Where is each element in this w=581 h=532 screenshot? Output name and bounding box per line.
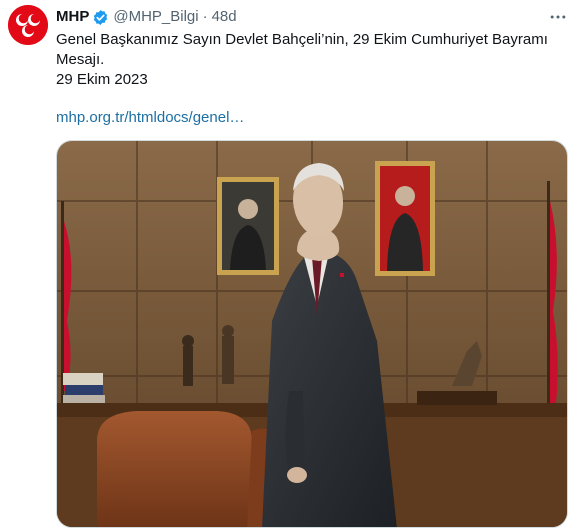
avatar[interactable] bbox=[8, 5, 48, 45]
portrait-photo bbox=[57, 141, 567, 527]
tweet-header: MHP @MHP_Bilgi · 48d bbox=[56, 7, 237, 27]
mhp-crescent-logo-icon bbox=[8, 5, 48, 45]
handle[interactable]: @MHP_Bilgi bbox=[113, 7, 198, 27]
tweet-link[interactable]: mhp.org.tr/htmldocs/genel… bbox=[56, 108, 244, 128]
display-name[interactable]: MHP bbox=[56, 7, 89, 27]
tweet-card: MHP @MHP_Bilgi · 48d Genel Başkanımız Sa… bbox=[0, 0, 581, 532]
tweet-text-line: Genel Başkanımız Sayın Devlet Bahçeli’ni… bbox=[56, 31, 548, 68]
timestamp[interactable]: 48d bbox=[212, 7, 237, 27]
tweet-media-photo[interactable] bbox=[56, 140, 568, 528]
tweet-date-line: 29 Ekim 2023 bbox=[56, 71, 148, 88]
separator-dot: · bbox=[202, 8, 208, 25]
verified-badge-icon[interactable] bbox=[92, 9, 109, 26]
more-horizontal-icon[interactable] bbox=[545, 6, 571, 28]
tweet-text: Genel Başkanımız Sayın Devlet Bahçeli’ni… bbox=[56, 30, 566, 90]
